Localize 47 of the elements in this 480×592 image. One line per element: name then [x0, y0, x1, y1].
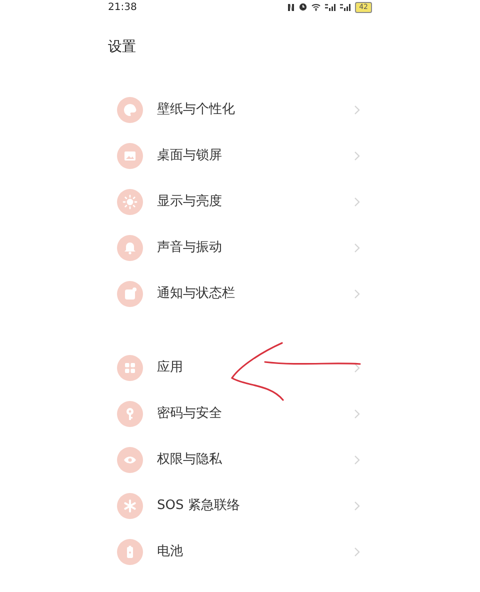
item-label: 电池 — [157, 543, 183, 562]
settings-item[interactable]: SOS 紧急联络 — [108, 483, 372, 529]
settings-item[interactable]: 应用 — [108, 345, 372, 391]
settings-item[interactable]: 显示与亮度 — [108, 179, 372, 225]
wifi-icon — [311, 3, 322, 11]
item-label: 权限与隐私 — [157, 451, 222, 470]
battery-icon — [117, 539, 143, 565]
palette-icon — [117, 97, 143, 123]
asterisk-icon — [117, 493, 143, 519]
settings-item[interactable]: 壁纸与个性化 — [108, 87, 372, 133]
chevron-icon — [354, 501, 360, 511]
nfc-icon — [287, 2, 296, 12]
settings-item[interactable]: 权限与隐私 — [108, 437, 372, 483]
eye-icon — [117, 447, 143, 473]
sun-icon — [117, 189, 143, 215]
chevron-icon — [354, 455, 360, 465]
settings-item[interactable]: 桌面与锁屏 — [108, 133, 372, 179]
notification-icon — [117, 281, 143, 307]
chevron-icon — [354, 105, 360, 115]
chevron-icon — [354, 409, 360, 419]
alarm-icon — [299, 3, 308, 11]
chevron-icon — [354, 289, 360, 299]
item-label: SOS 紧急联络 — [157, 497, 240, 516]
chevron-icon — [354, 197, 360, 207]
item-label: 应用 — [157, 359, 183, 378]
status-time: 21:38 — [108, 0, 137, 14]
bell-icon — [117, 235, 143, 261]
item-label: 通知与状态栏 — [157, 285, 235, 304]
chevron-icon — [354, 243, 360, 253]
item-label: 桌面与锁屏 — [157, 147, 222, 166]
image-icon — [117, 143, 143, 169]
settings-item[interactable]: 密码与安全 — [108, 391, 372, 437]
item-label: 显示与亮度 — [157, 193, 222, 212]
chevron-icon — [354, 547, 360, 557]
chevron-icon — [354, 151, 360, 161]
settings-item[interactable]: 声音与振动 — [108, 225, 372, 271]
page-title: 设置 — [108, 38, 137, 57]
settings-item[interactable]: 通知与状态栏 — [108, 271, 372, 317]
signal-icon — [340, 3, 352, 11]
item-label: 密码与安全 — [157, 405, 222, 424]
item-label: 声音与振动 — [157, 239, 222, 258]
item-label: 壁纸与个性化 — [157, 101, 235, 120]
grid-icon — [117, 355, 143, 381]
key-icon — [117, 401, 143, 427]
settings-item[interactable]: 电池 — [108, 529, 372, 575]
signal-icon — [325, 3, 336, 11]
chevron-icon — [354, 363, 360, 373]
